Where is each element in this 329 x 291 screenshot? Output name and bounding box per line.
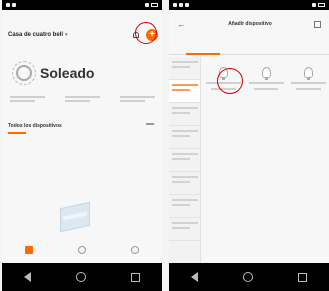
weather-stat bbox=[120, 96, 155, 104]
home-button-icon[interactable] bbox=[242, 272, 253, 282]
status-icon bbox=[185, 3, 189, 7]
product-label bbox=[253, 88, 279, 90]
sidebar-item[interactable] bbox=[169, 103, 200, 126]
status-icon bbox=[6, 3, 10, 7]
signal-icon bbox=[145, 3, 149, 7]
page-title: Añadir dispositivo bbox=[228, 21, 272, 27]
home-title[interactable]: Casa de cuatro bell bbox=[8, 32, 63, 38]
product-item-bulb[interactable] bbox=[248, 67, 284, 90]
recent-apps-icon[interactable] bbox=[130, 272, 140, 282]
product-label bbox=[248, 82, 284, 84]
tab-smart[interactable] bbox=[68, 246, 96, 256]
status-bar bbox=[169, 0, 329, 10]
weather-section: Soleado bbox=[12, 61, 95, 85]
status-icon bbox=[173, 3, 177, 7]
tab-profile[interactable] bbox=[121, 246, 149, 256]
left-phone-screenshot: Casa de cuatro bell ▾ + Soleado Todos lo… bbox=[2, 0, 162, 291]
profile-icon bbox=[131, 246, 140, 254]
product-label bbox=[291, 82, 326, 84]
smart-icon bbox=[77, 246, 86, 254]
back-icon[interactable] bbox=[191, 272, 199, 282]
battery-icon bbox=[318, 3, 325, 7]
devices-title[interactable]: Todos los dispositivos bbox=[8, 123, 62, 129]
battery-icon bbox=[151, 3, 158, 7]
bottom-tab-bar bbox=[2, 239, 162, 263]
sidebar-item-active[interactable] bbox=[169, 80, 200, 103]
more-icon[interactable] bbox=[146, 123, 154, 125]
sidebar-item[interactable] bbox=[169, 195, 200, 218]
home-screen: Casa de cuatro bell ▾ + Soleado Todos lo… bbox=[2, 10, 162, 263]
sidebar-item[interactable] bbox=[169, 149, 200, 172]
sidebar-item[interactable] bbox=[169, 126, 200, 149]
sidebar-item[interactable] bbox=[169, 172, 200, 195]
signal-icon bbox=[312, 3, 316, 7]
home-icon bbox=[24, 246, 33, 254]
right-phone-screenshot: ← Añadir dispositivo bbox=[169, 0, 329, 291]
red-highlight-circle bbox=[135, 22, 157, 44]
sun-icon bbox=[12, 61, 36, 85]
chevron-down-icon[interactable]: ▾ bbox=[65, 32, 68, 38]
bulb-icon bbox=[304, 67, 313, 80]
red-highlight-circle bbox=[217, 68, 243, 94]
tab-home[interactable] bbox=[15, 246, 43, 256]
android-navigation-bar bbox=[169, 263, 329, 291]
add-device-screen: ← Añadir dispositivo bbox=[169, 10, 329, 263]
status-bar bbox=[2, 0, 162, 10]
product-label bbox=[296, 88, 321, 90]
back-icon[interactable]: ← bbox=[177, 19, 186, 29]
empty-state-box-icon bbox=[60, 201, 90, 233]
weather-status: Soleado bbox=[40, 65, 95, 81]
weather-stat bbox=[65, 96, 100, 104]
sidebar-item[interactable] bbox=[169, 218, 200, 241]
weather-stats bbox=[10, 96, 155, 104]
product-item-bulb[interactable] bbox=[291, 67, 326, 90]
category-sidebar bbox=[169, 57, 201, 263]
home-button-icon[interactable] bbox=[75, 272, 86, 282]
recent-apps-icon[interactable] bbox=[297, 272, 307, 282]
tab-indicator bbox=[186, 53, 220, 55]
add-device-header: ← Añadir dispositivo bbox=[169, 16, 329, 32]
back-icon[interactable] bbox=[24, 272, 32, 282]
bulb-icon bbox=[261, 67, 271, 80]
scan-icon[interactable] bbox=[314, 20, 321, 28]
weather-stat bbox=[10, 96, 45, 104]
sidebar-item[interactable] bbox=[169, 57, 200, 80]
status-icon bbox=[12, 3, 16, 7]
status-icon bbox=[179, 3, 183, 7]
category-tabs bbox=[169, 39, 329, 55]
android-navigation-bar bbox=[2, 263, 162, 291]
active-tab-indicator bbox=[8, 132, 26, 134]
